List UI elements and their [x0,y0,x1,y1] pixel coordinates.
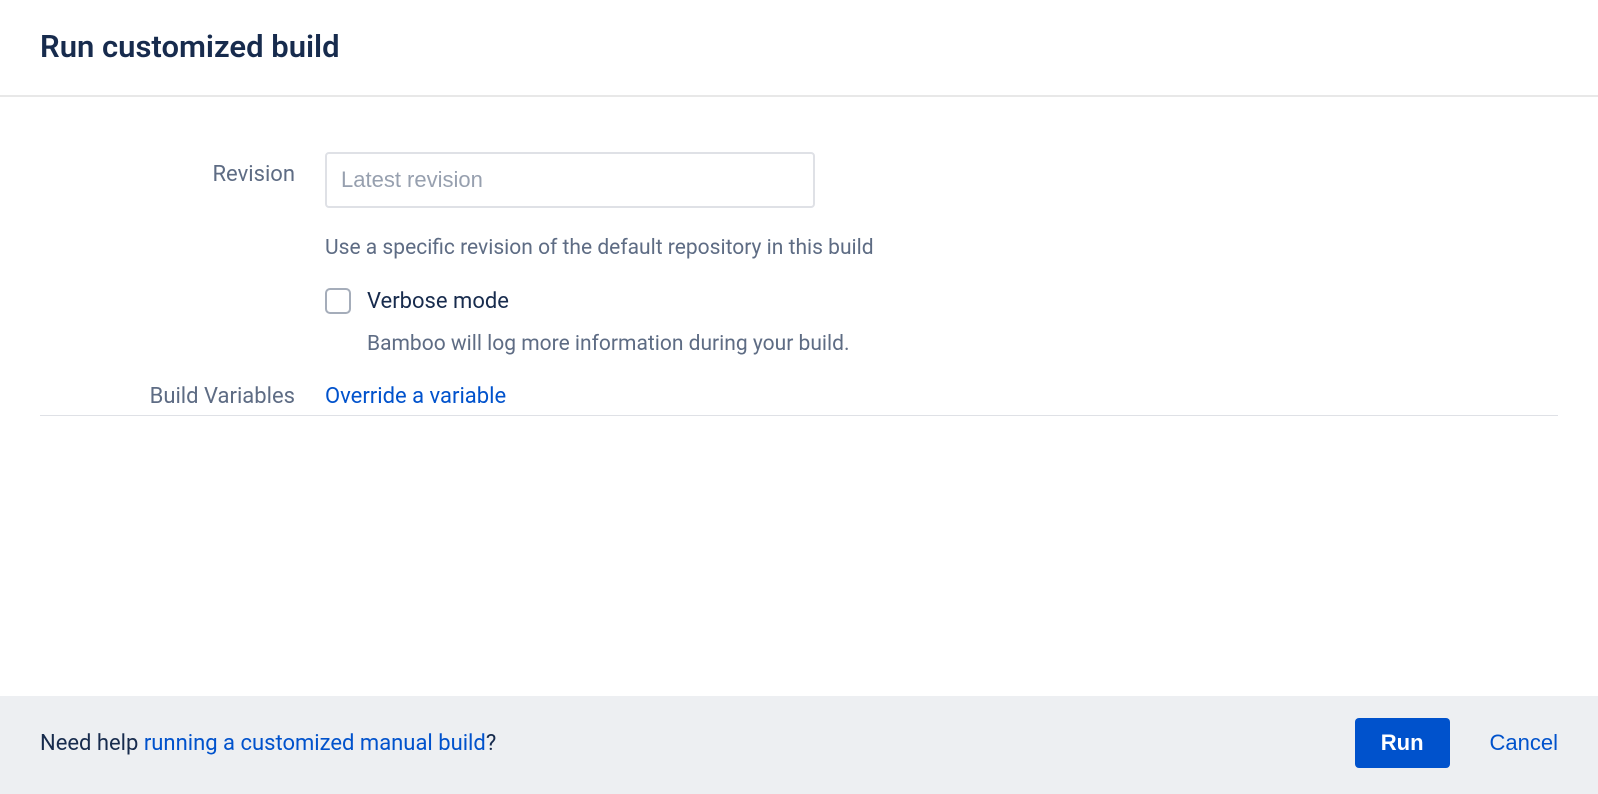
revision-input[interactable] [325,152,815,208]
verbose-empty-label [40,288,325,298]
dialog-footer: Need help running a customized manual bu… [0,696,1598,794]
revision-help-text: Use a specific revision of the default r… [325,236,1558,260]
verbose-checkbox-label: Verbose mode [367,289,509,314]
run-button[interactable]: Run [1355,718,1450,768]
verbose-row: Verbose mode Bamboo will log more inform… [40,288,1558,356]
footer-help-text: Need help running a customized manual bu… [40,731,496,756]
footer-help-prefix: Need help [40,731,144,756]
verbose-field: Verbose mode Bamboo will log more inform… [325,288,1558,356]
override-variable-link[interactable]: Override a variable [325,384,506,409]
footer-actions: Run Cancel [1355,718,1558,768]
build-variables-row: Build Variables Override a variable [40,384,1558,416]
verbose-checkbox[interactable] [325,288,351,314]
dialog-header: Run customized build [0,0,1598,97]
footer-help-suffix: ? [486,731,496,756]
verbose-help-text: Bamboo will log more information during … [367,332,1558,356]
footer-help-link[interactable]: running a customized manual build [144,731,486,756]
verbose-checkbox-row: Verbose mode [325,288,1558,314]
build-variables-label: Build Variables [40,384,325,409]
revision-row: Revision Use a specific revision of the … [40,152,1558,260]
dialog-title: Run customized build [40,28,1558,65]
cancel-button[interactable]: Cancel [1490,730,1558,756]
revision-label: Revision [40,152,325,187]
revision-field: Use a specific revision of the default r… [325,152,1558,260]
dialog-content: Revision Use a specific revision of the … [0,97,1598,696]
